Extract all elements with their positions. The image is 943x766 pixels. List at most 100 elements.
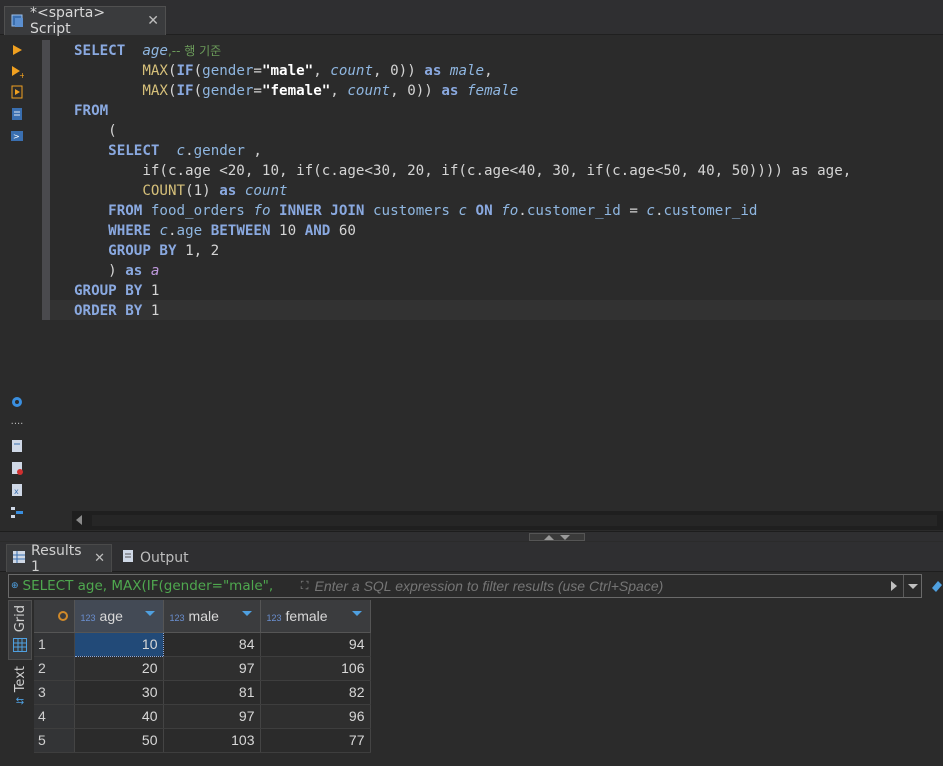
table-row[interactable]: 5 50 103 77	[34, 728, 371, 753]
filter-sql-icon: ⊕	[11, 581, 19, 591]
tab-results-1[interactable]: Results 1 ✕	[6, 542, 112, 575]
editor-horizontal-scrollbar[interactable]	[72, 511, 943, 530]
cell-male[interactable]: 81	[163, 680, 261, 705]
table-header-row: 123 age 123 male 123 female	[34, 600, 371, 633]
panel-splitter[interactable]	[0, 531, 943, 541]
close-icon[interactable]: ✕	[94, 551, 105, 566]
cell-age[interactable]: 30	[74, 680, 164, 705]
row-number[interactable]: 5	[34, 728, 75, 753]
filter-history-dropdown-icon[interactable]	[903, 575, 921, 597]
grid-icon	[13, 550, 25, 567]
cell-male[interactable]: 103	[163, 728, 261, 753]
filter-query-preview[interactable]: SELECT age, MAX(IF(gender="male",	[19, 578, 295, 594]
sort-icon[interactable]	[144, 611, 155, 616]
tab-text-label: Text	[12, 666, 28, 693]
code-line-3: MAX(IF(gender="female", count, 0)) as fe…	[142, 83, 519, 99]
cell-age[interactable]: 10	[73, 631, 164, 657]
format-icon[interactable]: x	[9, 482, 25, 498]
splitter-grip[interactable]	[529, 533, 585, 541]
maximize-down-icon[interactable]	[560, 534, 570, 540]
row-number[interactable]: 3	[34, 680, 75, 705]
settings-icon[interactable]	[9, 394, 25, 410]
row-number[interactable]: 4	[34, 704, 75, 729]
filter-input[interactable]	[314, 578, 885, 594]
apply-filter-icon[interactable]	[885, 577, 903, 595]
code-line-1: SELECT age,-- 행 기준	[74, 43, 222, 59]
cell-age[interactable]: 20	[74, 656, 164, 681]
code-line-12: ) as a	[108, 263, 160, 279]
maximize-up-icon[interactable]	[544, 534, 554, 540]
tab-output[interactable]: Output	[116, 544, 196, 572]
svg-text:x: x	[14, 487, 19, 496]
sql-script-icon	[11, 14, 25, 28]
column-header-age[interactable]: 123 age	[74, 600, 164, 633]
sort-icon[interactable]	[351, 611, 362, 616]
tab-results-label: Results 1	[31, 542, 82, 575]
explain-plan-icon[interactable]	[9, 106, 25, 122]
cell-age[interactable]: 40	[74, 704, 164, 729]
tab-grid-label: Grid	[12, 605, 28, 633]
results-view-switcher: Grid Text ⇆	[8, 600, 32, 766]
table-row[interactable]: 1 10 84 94	[34, 631, 371, 657]
row-number[interactable]: 2	[34, 656, 75, 681]
grid-view-icon	[13, 638, 27, 656]
tab-grid[interactable]: Grid	[8, 600, 32, 660]
code-line-7: if(c.age <20, 10, if(c.age<30, 20, if(c.…	[142, 163, 852, 179]
editor-side-toolbar: + > ···· x	[0, 36, 34, 536]
cell-female[interactable]: 106	[260, 656, 371, 681]
numeric-type-icon: 123	[266, 612, 282, 623]
record-mode-icon	[57, 610, 68, 621]
cell-female[interactable]: 82	[260, 680, 371, 705]
code-line-10: WHERE c.age BETWEEN 10 AND 60	[108, 223, 356, 239]
editor-tab-script[interactable]: *<sparta> Script ✕	[4, 5, 166, 37]
column-header-label: male	[188, 607, 219, 624]
code-line-14: ORDER BY 1	[74, 303, 160, 319]
code-line-6: SELECT c.gender ,	[108, 143, 262, 159]
cell-male[interactable]: 97	[163, 704, 261, 729]
svg-text:>: >	[13, 132, 20, 141]
cell-female[interactable]: 77	[260, 728, 371, 753]
cell-female[interactable]: 94	[260, 632, 371, 657]
cell-age[interactable]: 50	[74, 728, 164, 753]
code-line-2: MAX(IF(gender="male", count, 0)) as male…	[142, 63, 493, 79]
execute-script-icon[interactable]	[9, 84, 25, 100]
execute-in-new-tab-icon[interactable]: +	[9, 64, 25, 80]
execute-statement-icon[interactable]	[9, 42, 25, 58]
select-all-corner[interactable]	[34, 600, 75, 633]
scrollbar-thumb[interactable]	[92, 515, 937, 526]
text-view-icon: ⇆	[15, 696, 25, 708]
tab-text[interactable]: Text ⇆	[8, 662, 32, 722]
eraser-icon[interactable]	[930, 578, 943, 594]
sql-code[interactable]: SELECT age,-- 행 기준 MAX(IF(gender="male",…	[74, 41, 851, 321]
export-icon[interactable]	[9, 438, 25, 454]
column-header-male[interactable]: 123 male	[163, 600, 261, 633]
editor-tab-title: *<sparta> Script	[30, 5, 106, 37]
results-grid[interactable]: 123 age 123 male 123 female 1 10 84 94 2 20…	[34, 600, 943, 766]
table-row[interactable]: 4 40 97 96	[34, 704, 371, 729]
cell-male[interactable]: 97	[163, 656, 261, 681]
close-icon[interactable]: ✕	[147, 13, 159, 29]
scroll-left-icon[interactable]	[76, 515, 82, 525]
table-row[interactable]: 2 20 97 106	[34, 656, 371, 681]
cell-male[interactable]: 84	[163, 632, 261, 657]
sort-icon[interactable]	[241, 611, 252, 616]
cell-female[interactable]: 96	[260, 704, 371, 729]
row-number[interactable]: 1	[34, 632, 75, 657]
column-header-label: age	[99, 607, 123, 624]
svg-text:+: +	[19, 71, 24, 79]
column-header-female[interactable]: 123 female	[260, 600, 371, 633]
code-line-4: FROM	[74, 103, 109, 119]
tab-output-label: Output	[140, 550, 189, 566]
outline-icon[interactable]	[9, 504, 25, 520]
sql-editor[interactable]: SELECT age,-- 행 기준 MAX(IF(gender="male",…	[34, 36, 943, 510]
more-icon[interactable]: ····	[9, 416, 25, 432]
output-icon	[122, 550, 134, 566]
code-line-8: COUNT(1) as count	[142, 183, 288, 199]
code-line-5: (	[108, 123, 117, 139]
results-filter-bar: ⊕ SELECT age, MAX(IF(gender="male", ⛶	[8, 574, 922, 598]
console-icon[interactable]: >	[9, 128, 25, 144]
table-row[interactable]: 3 30 81 82	[34, 680, 371, 705]
expand-filter-icon[interactable]: ⛶	[295, 577, 315, 595]
results-tab-bar: Results 1 ✕ Output	[0, 542, 943, 575]
import-icon[interactable]	[9, 460, 25, 476]
